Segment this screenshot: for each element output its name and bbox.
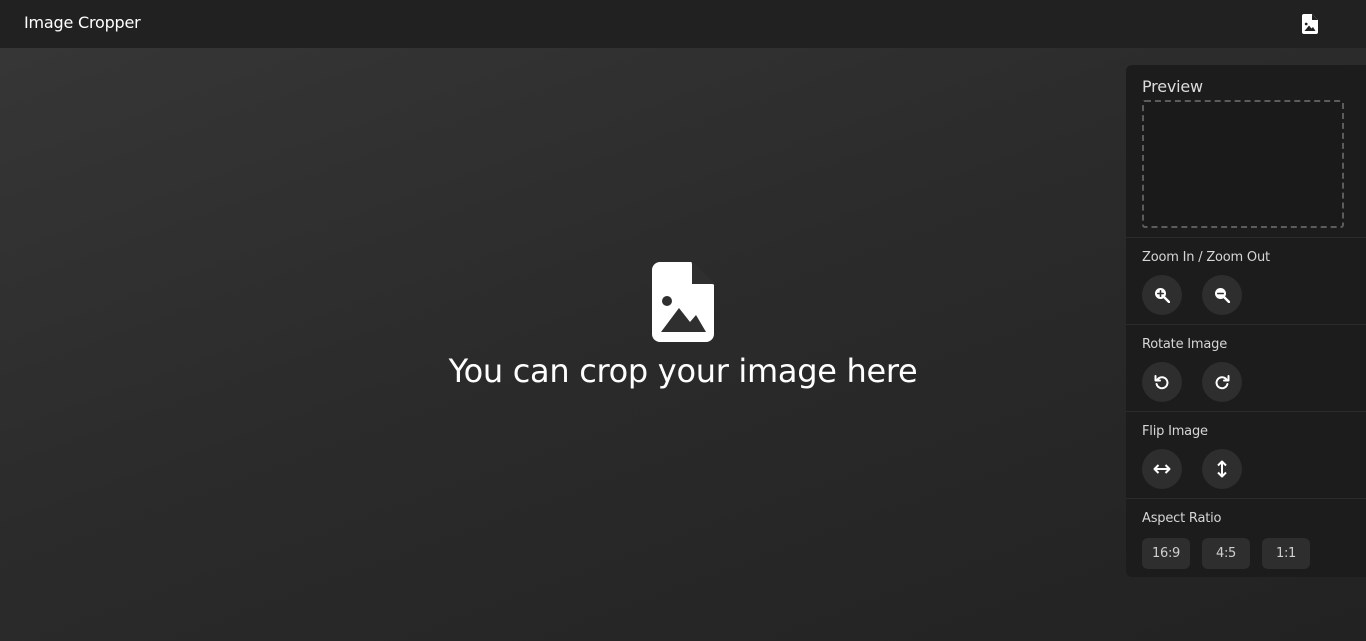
flip-vertical-icon bbox=[1217, 460, 1227, 478]
file-image-icon bbox=[1302, 14, 1318, 34]
rotate-right-button[interactable] bbox=[1202, 362, 1242, 402]
preview-section: Preview bbox=[1126, 65, 1366, 238]
zoom-section: Zoom In / Zoom Out bbox=[1126, 238, 1366, 325]
flip-horizontal-icon bbox=[1153, 464, 1171, 474]
zoom-out-button[interactable] bbox=[1202, 275, 1242, 315]
zoom-in-button[interactable] bbox=[1142, 275, 1182, 315]
ratio-1-1-button[interactable]: 1:1 bbox=[1262, 538, 1310, 569]
zoom-title: Zoom In / Zoom Out bbox=[1142, 250, 1270, 265]
flip-horizontal-button[interactable] bbox=[1142, 449, 1182, 489]
ratio-16-9-button[interactable]: 16:9 bbox=[1142, 538, 1190, 569]
aspect-section: Aspect Ratio 16:9 4:5 1:1 bbox=[1126, 499, 1366, 577]
ratio-4-5-button[interactable]: 4:5 bbox=[1202, 538, 1250, 569]
rotate-left-icon bbox=[1154, 375, 1169, 390]
rotate-left-button[interactable] bbox=[1142, 362, 1182, 402]
preview-box bbox=[1142, 100, 1344, 228]
rotate-title: Rotate Image bbox=[1142, 337, 1228, 352]
aspect-title: Aspect Ratio bbox=[1142, 511, 1222, 526]
open-image-button[interactable] bbox=[1298, 12, 1322, 36]
flip-section: Flip Image bbox=[1126, 412, 1366, 499]
preview-title: Preview bbox=[1142, 77, 1203, 96]
placeholder-text: You can crop your image here bbox=[448, 352, 918, 390]
file-image-icon bbox=[652, 262, 714, 342]
zoom-out-icon bbox=[1215, 288, 1230, 303]
flip-title: Flip Image bbox=[1142, 424, 1208, 439]
app-title: Image Cropper bbox=[24, 13, 141, 32]
flip-vertical-button[interactable] bbox=[1202, 449, 1242, 489]
rotate-right-icon bbox=[1215, 375, 1230, 390]
tools-panel: Preview Zoom In / Zoom Out Rotate Image … bbox=[1126, 65, 1366, 577]
zoom-in-icon bbox=[1155, 288, 1170, 303]
rotate-section: Rotate Image bbox=[1126, 325, 1366, 412]
top-bar: Image Cropper bbox=[0, 0, 1366, 48]
